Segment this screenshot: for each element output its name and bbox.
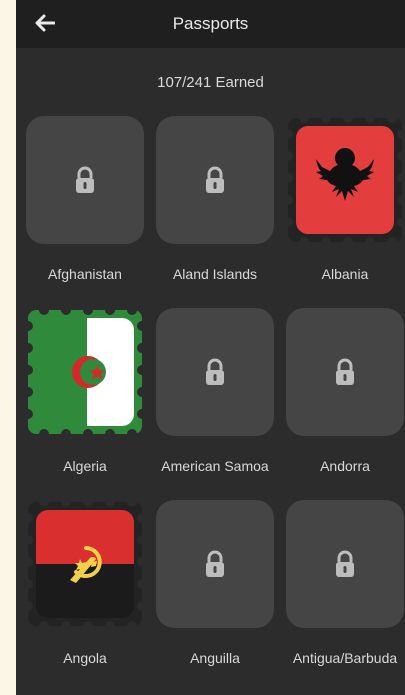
passport-afghanistan[interactable]: Afghanistan	[26, 116, 144, 282]
passport-american-samoa[interactable]: American Samoa	[156, 308, 274, 474]
country-label: Angola	[63, 650, 107, 666]
angola-flag	[36, 510, 134, 618]
lock-icon	[336, 358, 354, 385]
passport-aland-islands[interactable]: Aland Islands	[156, 116, 274, 282]
country-label: Algeria	[63, 458, 107, 474]
country-label: Albania	[321, 266, 369, 282]
page-title: Passports	[172, 14, 249, 33]
albania-flag	[296, 126, 394, 234]
passport-tile-locked[interactable]	[156, 116, 274, 244]
passport-stamp-earned[interactable]	[286, 116, 404, 244]
country-label: Andorra	[320, 458, 370, 474]
passport-tile-locked[interactable]	[286, 308, 404, 436]
country-label: Aland Islands	[172, 266, 258, 282]
passport-antigua-barbuda[interactable]: Antigua/Barbuda	[286, 500, 404, 666]
lock-icon	[206, 166, 224, 193]
passport-stamp-earned[interactable]	[26, 308, 144, 436]
passport-tile-locked[interactable]	[286, 500, 404, 628]
passport-anguilla[interactable]: Anguilla	[156, 500, 274, 666]
passport-stamp-earned[interactable]	[26, 500, 144, 628]
passport-angola[interactable]: Angola	[26, 500, 144, 666]
passport-albania[interactable]: Albania	[286, 116, 404, 282]
country-label: Anguilla	[190, 650, 240, 666]
lock-icon	[76, 166, 94, 193]
earned-count: 107/241 Earned	[157, 74, 264, 91]
double-headed-eagle-icon	[316, 148, 374, 201]
passport-algeria[interactable]: Algeria	[26, 308, 144, 474]
algeria-flag	[36, 318, 134, 426]
top-bar: Passports	[16, 0, 405, 48]
passport-tile-locked[interactable]	[156, 308, 274, 436]
crescent-star-icon	[72, 356, 106, 388]
lock-icon	[206, 550, 224, 577]
passport-tile-locked[interactable]	[26, 116, 144, 244]
machete-cogwheel-icon	[70, 546, 102, 583]
lock-icon	[336, 550, 354, 577]
passport-andorra[interactable]: Andorra	[286, 308, 404, 474]
country-label: American Samoa	[161, 458, 269, 474]
country-label: Antigua/Barbuda	[292, 650, 398, 666]
country-label: Afghanistan	[48, 266, 122, 282]
passport-grid: Afghanistan Aland Islands Albania Algeri…	[26, 116, 405, 666]
passport-tile-locked[interactable]	[156, 500, 274, 628]
lock-icon	[206, 358, 224, 385]
passports-screen: Passports 107/241 Earned Afghanistan Ala…	[16, 0, 405, 695]
